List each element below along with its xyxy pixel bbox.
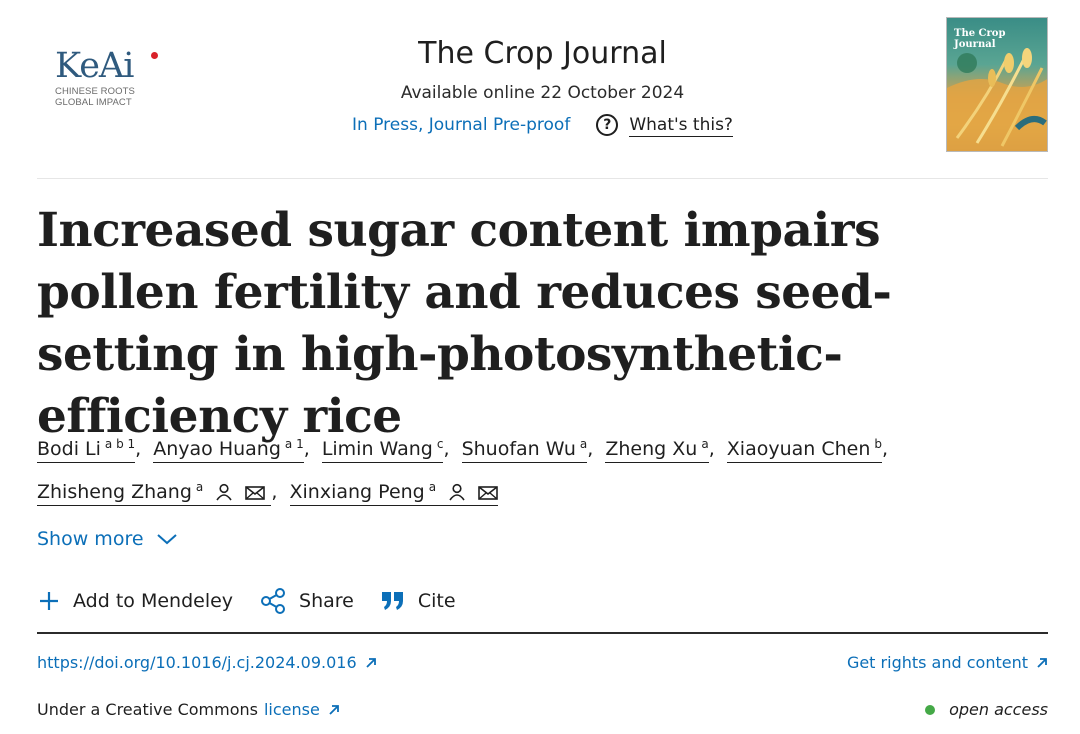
journal-cover-image[interactable]: The Crop Journal [946, 17, 1048, 152]
cite-label: Cite [417, 590, 456, 612]
plus-icon [40, 592, 58, 610]
author-link[interactable]: Bodi Li a b 1 [37, 437, 136, 463]
show-more-label: Show more [37, 528, 144, 550]
person-icon [449, 483, 465, 501]
external-link-icon [366, 657, 376, 668]
header-divider [37, 178, 1048, 179]
author-link[interactable]: Anyao Huang a 1 [153, 437, 304, 463]
share-icon [261, 588, 286, 614]
cite-button[interactable]: Cite [380, 590, 456, 612]
share-button[interactable]: Share [259, 587, 354, 615]
person-icon [216, 483, 232, 501]
rights-text: Get rights and content [846, 653, 1028, 672]
open-access-badge: open access [925, 700, 1048, 719]
author-link[interactable]: Limin Wang c [321, 437, 444, 463]
envelope-icon [245, 486, 266, 500]
share-label: Share [299, 590, 354, 612]
envelope-icon [478, 486, 498, 500]
author-list: Bodi Li a b 1, Anyao Huang a 1, Limin Wang… [37, 425, 1048, 511]
journal-info: The Crop Journal Available online 22 Oct… [37, 34, 1048, 137]
article-actions: Add to Mendeley Share Cite [37, 587, 482, 615]
author-link[interactable]: Shuofan Wu a [461, 437, 588, 463]
add-to-mendeley-button[interactable]: Add to Mendeley [37, 589, 233, 613]
license-link[interactable]: license [264, 700, 320, 719]
cover-title: The Crop Journal [954, 28, 1006, 50]
show-more-button[interactable]: Show more [37, 528, 178, 550]
question-icon: ? [596, 114, 619, 136]
external-link-icon [1037, 657, 1047, 668]
external-link-icon [329, 704, 339, 715]
mendeley-label: Add to Mendeley [73, 590, 234, 612]
available-online: Available online 22 October 2024 [400, 83, 685, 103]
author-link[interactable]: Xiaoyuan Chen b [726, 437, 883, 463]
doi-link[interactable]: https://doi.org/10.1016/j.cj.2024.09.016 [37, 653, 377, 672]
whats-this-label: What's this? [629, 114, 733, 137]
status-row: In Press, Journal Pre-proof ? What's thi… [37, 113, 1048, 137]
author-link[interactable]: Zheng Xu a [605, 437, 709, 463]
whats-this-button[interactable]: ? What's this? [596, 114, 733, 137]
author-link[interactable]: Xinxiang Peng a [289, 480, 499, 506]
actions-divider [37, 632, 1048, 634]
journal-header: KeAi CHINESE ROOTS GLOBAL IMPACT The Cro… [37, 12, 1048, 178]
license-prefix: Under a Creative Commons [37, 700, 258, 719]
in-press-link[interactable]: In Press, Journal Pre-proof [352, 113, 570, 137]
open-access-label: open access [949, 700, 1048, 719]
author-link[interactable]: Zhisheng Zhang a [37, 480, 272, 506]
license-row: Under a Creative Commons license [37, 700, 340, 719]
doi-text: https://doi.org/10.1016/j.cj.2024.09.016 [37, 653, 357, 672]
quote-icon [381, 592, 403, 610]
journal-title[interactable]: The Crop Journal [37, 34, 1048, 74]
chevron-down-icon [156, 534, 177, 545]
open-access-dot [925, 704, 936, 715]
get-rights-link[interactable]: Get rights and content [847, 653, 1048, 672]
article-title: Increased sugar content impairs pollen f… [37, 203, 892, 444]
